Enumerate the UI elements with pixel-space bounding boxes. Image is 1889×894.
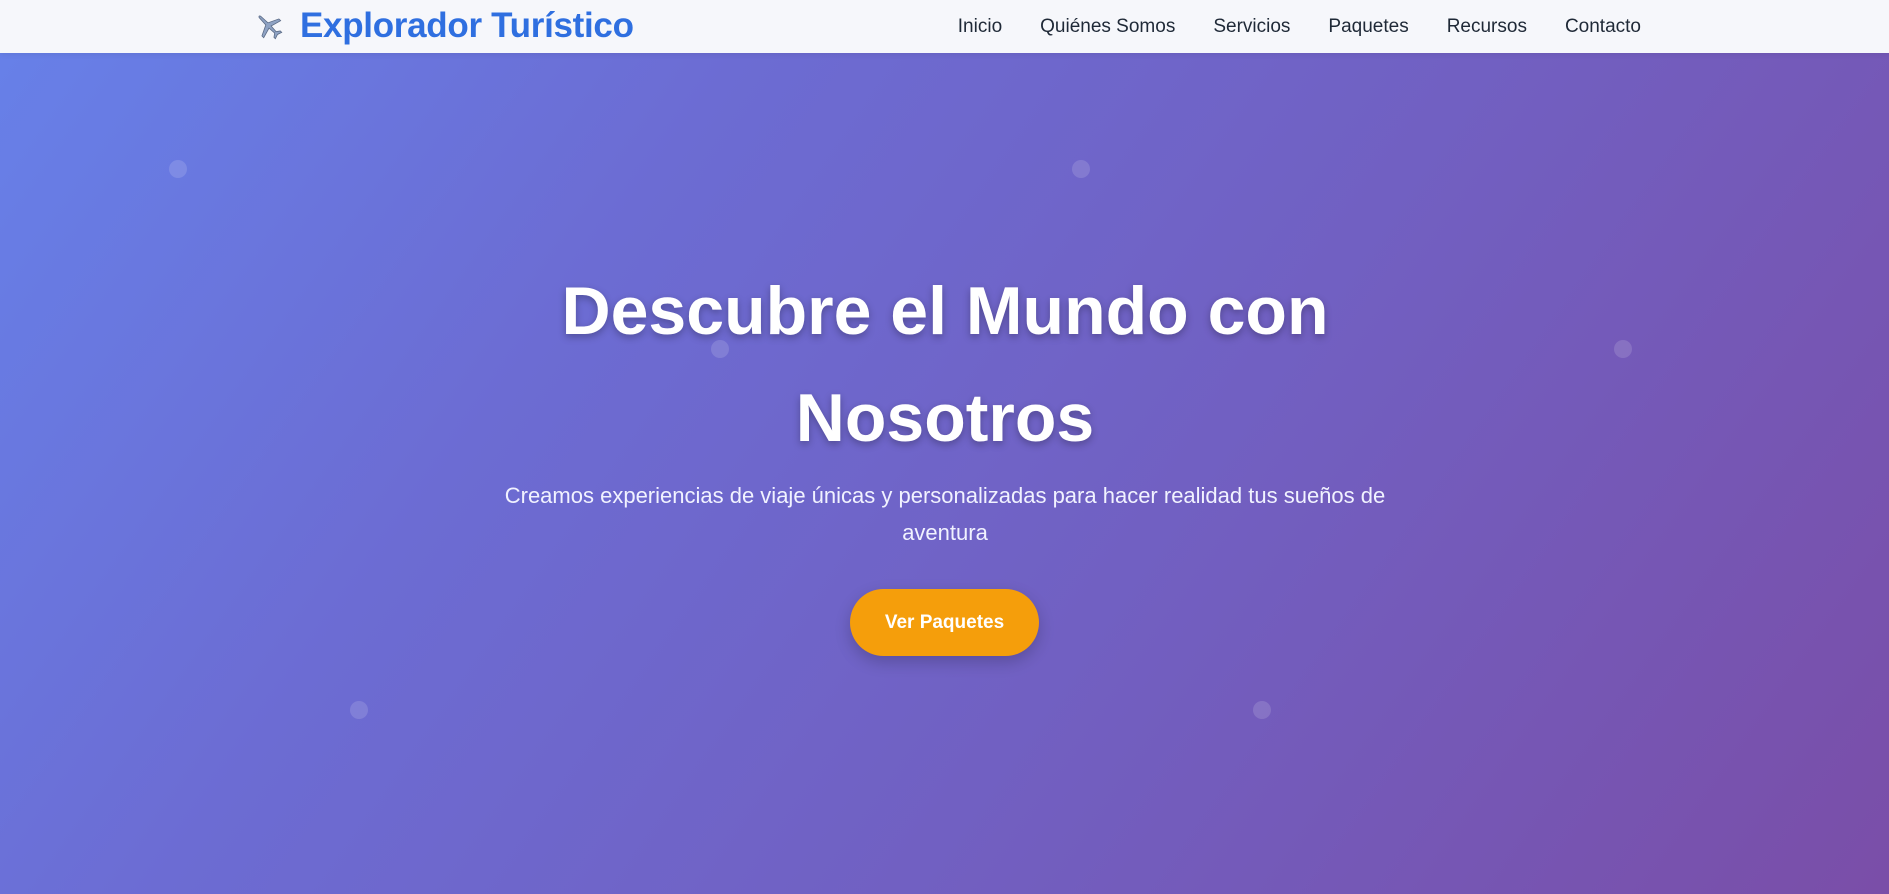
- hero-title: Descubre el Mundo con Nosotros: [561, 273, 1329, 456]
- top-navbar: Explorador Turístico Inicio Quiénes Somo…: [0, 0, 1889, 53]
- hero-subtitle: Creamos experiencias de viaje únicas y p…: [504, 483, 1386, 545]
- decorative-dot: [1253, 701, 1271, 719]
- nav-link-servicios[interactable]: Servicios: [1213, 16, 1290, 37]
- nav-item-recursos: Recursos: [1447, 16, 1527, 38]
- nav-item-servicios: Servicios: [1213, 16, 1290, 38]
- nav-item-inicio: Inicio: [958, 16, 1002, 38]
- nav-item-quienes-somos: Quiénes Somos: [1040, 16, 1175, 38]
- airplane-icon: [252, 9, 286, 43]
- nav-link-contacto[interactable]: Contacto: [1565, 16, 1641, 37]
- decorative-dot: [169, 160, 187, 178]
- nav-item-contacto: Contacto: [1565, 16, 1641, 38]
- nav-item-paquetes: Paquetes: [1328, 16, 1408, 38]
- nav-link-quienes-somos[interactable]: Quiénes Somos: [1040, 16, 1175, 37]
- decorative-dot: [1614, 340, 1632, 358]
- brand-logo-link[interactable]: Explorador Turístico: [252, 5, 634, 47]
- nav-menu: Inicio Quiénes Somos Servicios Paquetes …: [958, 0, 1641, 53]
- nav-link-paquetes[interactable]: Paquetes: [1328, 16, 1408, 37]
- ver-paquetes-button[interactable]: Ver Paquetes: [850, 589, 1039, 656]
- decorative-dot: [350, 701, 368, 719]
- decorative-dot: [1072, 160, 1090, 178]
- brand-name: Explorador Turístico: [300, 6, 634, 45]
- nav-link-recursos[interactable]: Recursos: [1447, 16, 1527, 37]
- hero-section: Descubre el Mundo con Nosotros Creamos e…: [0, 53, 1889, 894]
- nav-link-inicio[interactable]: Inicio: [958, 16, 1002, 37]
